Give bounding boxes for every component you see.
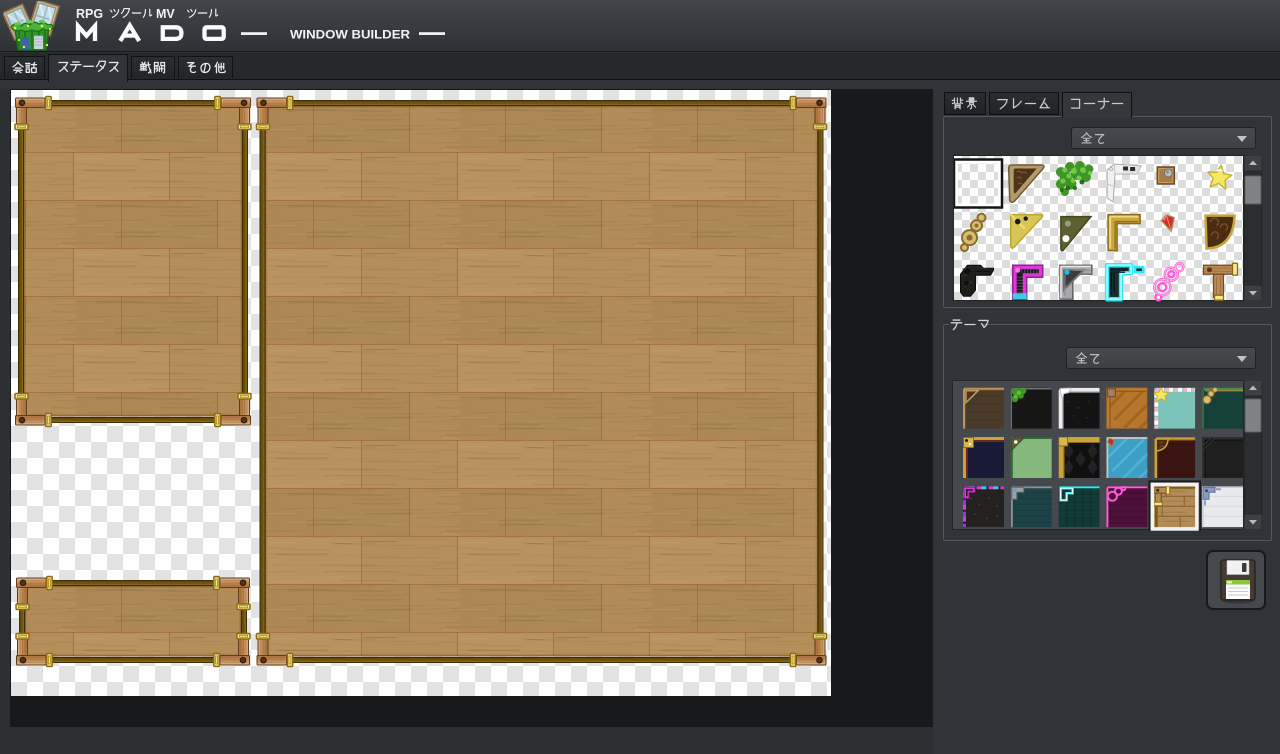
svg-text:WINDOW BUILDER: WINDOW BUILDER [290,28,410,42]
svg-text:RPG: RPG [76,7,103,21]
svg-text:MV: MV [156,7,175,21]
